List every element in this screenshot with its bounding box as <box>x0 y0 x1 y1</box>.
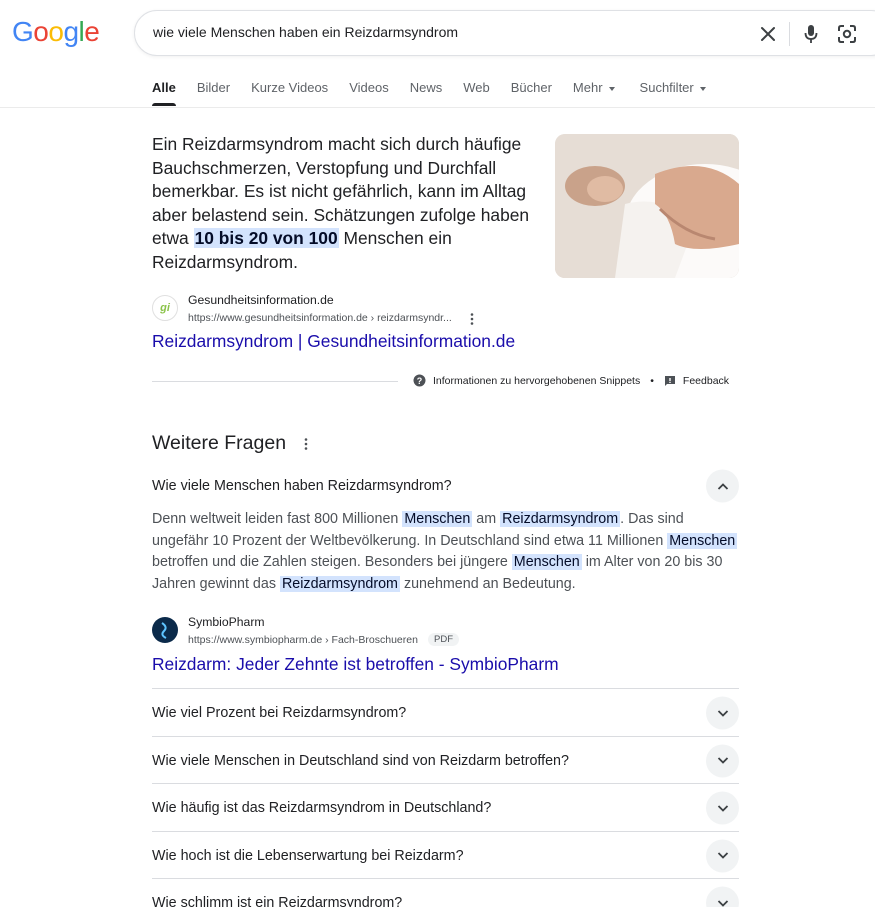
paa-title: Weitere Fragen <box>152 432 287 454</box>
caret-down-icon <box>608 86 615 91</box>
paa-more-options-icon[interactable] <box>301 437 311 451</box>
symbiopharm-favicon[interactable] <box>152 617 178 643</box>
tab-web[interactable]: Web <box>463 80 490 95</box>
logo-letter: o <box>33 16 49 47</box>
chevron-up-icon[interactable] <box>706 469 739 503</box>
answer-result-link[interactable]: Reizdarm: Jeder Zehnte ist betroffen - S… <box>152 654 559 675</box>
answer-source-url[interactable]: https://www.symbiopharm.de › Fach-Brosch… <box>188 634 418 646</box>
chevron-down-icon[interactable] <box>706 886 739 907</box>
snippet-info-row: ? Informationen zu hervorgehobenen Snipp… <box>413 374 729 387</box>
separator-dot: • <box>650 374 654 387</box>
search-divider <box>789 22 790 46</box>
paa-question-text: Wie häufig ist das Reizdarmsyndrom in De… <box>152 800 492 816</box>
tab-videos[interactable]: Videos <box>349 80 389 95</box>
tab-label: Videos <box>349 80 389 95</box>
answer-highlight: Menschen <box>667 532 738 549</box>
tab-label: Bilder <box>196 80 231 95</box>
favicon-text: gi <box>160 302 170 314</box>
feedback-icon[interactable] <box>664 375 676 387</box>
tab-bücher[interactable]: Bücher <box>511 80 552 95</box>
logo-letter: o <box>48 16 64 47</box>
tab-kurze-videos[interactable]: Kurze Videos <box>251 80 328 95</box>
answer-text: am <box>472 511 501 527</box>
more-options-icon[interactable] <box>467 312 477 326</box>
paa-question-text: Wie viele Menschen haben Reizdarmsyndrom… <box>152 478 452 494</box>
chevron-down-icon[interactable] <box>706 696 739 730</box>
tab-label: Suchfilter <box>639 80 694 95</box>
snippet-source-name[interactable]: Gesundheitsinformation.de <box>188 293 334 307</box>
chevron-down-icon[interactable] <box>706 744 739 777</box>
gesundheitsinformation-favicon[interactable]: gi <box>152 295 178 321</box>
paa-question[interactable]: Wie häufig ist das Reizdarmsyndrom in De… <box>152 784 739 832</box>
answer-text: Denn weltweit leiden fast 800 Millionen <box>152 511 403 527</box>
tab-alle[interactable]: Alle <box>152 80 176 106</box>
tab-news[interactable]: News <box>410 80 443 95</box>
answer-highlight: Menschen <box>402 511 473 527</box>
answer-highlight: Reizdarmsyndrom <box>279 575 400 592</box>
paa-question-expanded[interactable]: Wie viele Menschen haben Reizdarmsyndrom… <box>152 462 739 510</box>
chevron-down-icon[interactable] <box>706 791 739 825</box>
snippet-image[interactable] <box>555 134 739 278</box>
feedback-link[interactable]: Feedback <box>683 375 729 387</box>
answer-text: betroffen und die Zahlen steigen. Besond… <box>152 554 512 571</box>
google-logo[interactable]: Google <box>12 16 100 48</box>
caret-down-icon <box>699 86 706 91</box>
snippet-result-link[interactable]: Reizdarmsyndrom | Gesundheitsinformation… <box>152 331 515 352</box>
chevron-down-icon[interactable] <box>706 839 739 872</box>
paa-question[interactable]: Wie viele Menschen in Deutschland sind v… <box>152 737 739 785</box>
tab-mehr[interactable]: Mehr <box>573 80 615 95</box>
tab-label: Web <box>463 80 490 95</box>
paa-question[interactable]: Wie viel Prozent bei Reizdarmsyndrom? <box>152 689 739 737</box>
logo-letter: G <box>12 16 34 47</box>
snippet-highlight: 10 bis 20 von 100 <box>193 228 339 248</box>
snippet-source-url[interactable]: https://www.gesundheitsinformation.de › … <box>188 312 452 324</box>
pdf-badge: PDF <box>428 633 459 646</box>
answer-source-name[interactable]: SymbioPharm <box>188 615 265 629</box>
lens-icon[interactable] <box>835 22 859 46</box>
featured-snippet-text: Ein Reizdarmsyndrom macht sich durch häu… <box>152 133 547 274</box>
tab-label: Alle <box>152 80 176 95</box>
logo-letter: g <box>63 16 79 47</box>
tab-label: Kurze Videos <box>251 80 329 95</box>
svg-text:?: ? <box>417 376 423 386</box>
paa-answer: Denn weltweit leiden fast 800 Millionen … <box>152 509 742 595</box>
microphone-icon[interactable] <box>799 22 823 46</box>
logo-letter: e <box>84 16 100 47</box>
paa-question-text: Wie viel Prozent bei Reizdarmsyndrom? <box>152 705 407 721</box>
tab-label: News <box>409 80 443 95</box>
tab-label: Bücher <box>510 80 552 95</box>
answer-text: zunehmend an Bedeutung. <box>399 575 576 592</box>
answer-highlight: Reizdarmsyndrom <box>500 511 621 527</box>
paa-question[interactable]: Wie schlimm ist ein Reizdarmsyndrom? <box>152 879 739 907</box>
paa-question-text: Wie hoch ist die Lebenserwartung bei Rei… <box>152 847 464 864</box>
tab-label: Mehr <box>572 80 603 95</box>
help-icon[interactable]: ? <box>413 374 426 387</box>
search-box[interactable]: wie viele Menschen haben ein Reizdarmsyn… <box>134 10 875 56</box>
tab-suchfilter[interactable]: Suchfilter <box>640 80 706 95</box>
snippet-info-link[interactable]: Informationen zu hervorgehobenen Snippet… <box>433 375 640 387</box>
paa-question[interactable]: Wie hoch ist die Lebenserwartung bei Rei… <box>152 832 739 880</box>
snippet-divider <box>152 381 398 382</box>
search-input[interactable]: wie viele Menschen haben ein Reizdarmsyn… <box>153 24 713 40</box>
tab-bilder[interactable]: Bilder <box>197 80 230 95</box>
search-tabs: Alle Bilder Kurze Videos Videos News Web Büche… <box>152 80 727 106</box>
answer-highlight: Menschen <box>511 554 582 571</box>
paa-question-text: Wie viele Menschen in Deutschland sind v… <box>152 752 569 769</box>
paa-question-text: Wie schlimm ist ein Reizdarmsyndrom? <box>152 895 403 907</box>
tabs-divider <box>0 107 875 108</box>
close-icon[interactable] <box>756 22 780 46</box>
